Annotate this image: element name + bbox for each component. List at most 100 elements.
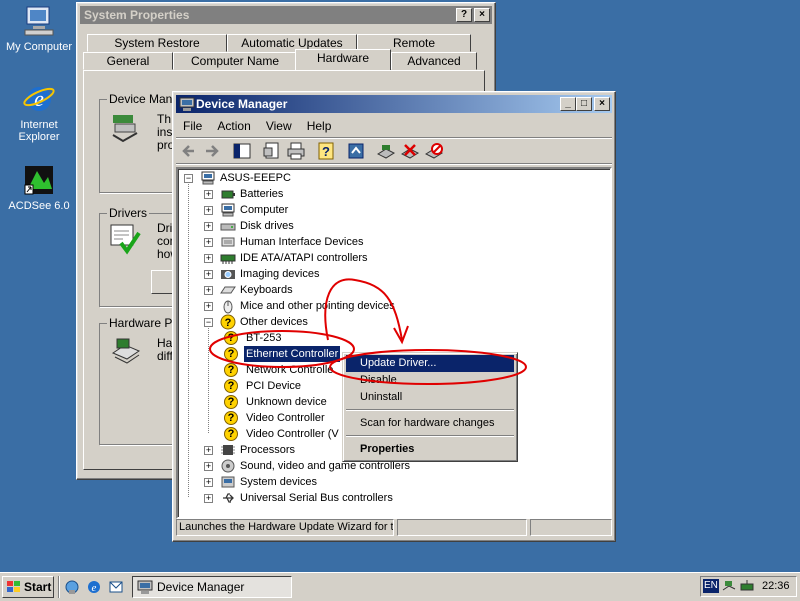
- menu-separator: [346, 409, 514, 411]
- processor-icon: [220, 442, 236, 458]
- safely-remove-hardware-icon[interactable]: [739, 578, 755, 597]
- tree-category-label: Batteries: [240, 188, 284, 200]
- quicklaunch-divider: [58, 576, 60, 598]
- uninstall-icon[interactable]: [399, 140, 421, 162]
- expand-toggle[interactable]: +: [204, 254, 213, 263]
- disable-icon[interactable]: [423, 140, 445, 162]
- minimize-button[interactable]: _: [560, 97, 576, 111]
- mouse-icon: [220, 298, 236, 314]
- collapse-toggle[interactable]: −: [184, 174, 193, 183]
- show-hide-console-tree-icon[interactable]: [231, 140, 253, 162]
- expand-toggle[interactable]: +: [204, 238, 213, 247]
- hardware-profiles-icon: [109, 333, 141, 368]
- update-driver-icon[interactable]: [345, 140, 367, 162]
- expand-toggle[interactable]: +: [204, 270, 213, 279]
- keyboard-icon: [220, 282, 236, 298]
- expand-toggle[interactable]: +: [204, 190, 213, 199]
- start-button[interactable]: Start: [2, 576, 54, 598]
- help-button[interactable]: ?: [456, 8, 472, 22]
- menu-item-disable[interactable]: Disable: [346, 372, 514, 389]
- tree-category-label: System devices: [240, 476, 318, 488]
- tree-device-label: BT-253: [246, 332, 282, 344]
- maximize-button[interactable]: □: [576, 97, 592, 111]
- group-label: Drivers: [107, 206, 149, 220]
- menu-action[interactable]: Action: [211, 117, 256, 135]
- computer-icon: [220, 202, 236, 218]
- desktop-icon-acdsee[interactable]: ACDSee 6.0: [0, 163, 78, 212]
- tree-device-label: Network Controlle: [246, 364, 334, 376]
- tree-root-label: ASUS-EEEPC: [220, 172, 291, 184]
- status-pane: [530, 519, 612, 536]
- toolbar-separator: [176, 163, 612, 165]
- forward-icon[interactable]: [201, 140, 223, 162]
- system-properties-titlebar[interactable]: System Properties ? ×: [80, 6, 492, 24]
- back-icon[interactable]: [179, 140, 201, 162]
- print-icon[interactable]: [285, 140, 307, 162]
- ide-controller-icon: [220, 250, 236, 266]
- tab-advanced[interactable]: Advanced: [391, 52, 477, 70]
- desktop-icon-my-computer[interactable]: My Computer: [0, 4, 78, 53]
- desktop-icon-label: My Computer: [5, 41, 73, 53]
- close-button[interactable]: ×: [594, 97, 610, 111]
- expand-toggle[interactable]: +: [204, 446, 213, 455]
- menu-item-uninstall[interactable]: Uninstall: [346, 389, 514, 406]
- expand-toggle[interactable]: +: [204, 462, 213, 471]
- context-menu: Update Driver... Disable Uninstall Scan …: [342, 352, 518, 462]
- usb-icon: [220, 490, 236, 506]
- menu-item-properties[interactable]: Properties: [346, 441, 514, 458]
- network-tray-icon[interactable]: [721, 578, 737, 597]
- tab-computer-name[interactable]: Computer Name: [173, 52, 297, 70]
- quicklaunch-desktop-icon[interactable]: [64, 579, 80, 598]
- unknown-device-warning-icon: ?: [224, 347, 238, 361]
- device-manager-titlebar[interactable]: Device Manager _ □ ×: [176, 95, 612, 113]
- menu-file[interactable]: File: [177, 117, 208, 135]
- tree-device-label: Ethernet Controller: [242, 345, 342, 363]
- device-manager-window: Device Manager _ □ × File Action View He…: [172, 91, 616, 542]
- group-text: ins: [157, 125, 173, 139]
- expand-toggle[interactable]: +: [204, 206, 213, 215]
- tab-system-restore[interactable]: System Restore: [87, 34, 227, 52]
- expand-toggle[interactable]: +: [204, 286, 213, 295]
- close-button[interactable]: ×: [474, 8, 490, 22]
- language-indicator[interactable]: EN: [703, 579, 719, 593]
- expand-toggle[interactable]: +: [204, 302, 213, 311]
- status-text: Launches the Hardware Update Wizard for …: [179, 521, 394, 533]
- scan-hardware-icon[interactable]: [375, 140, 397, 162]
- tree-category-label: Other devices: [240, 316, 308, 328]
- menu-view[interactable]: View: [260, 117, 298, 135]
- computer-icon: [200, 170, 216, 186]
- expand-toggle[interactable]: +: [204, 222, 213, 231]
- hid-icon: [220, 234, 236, 250]
- menu-separator: [176, 137, 612, 139]
- quicklaunch-ie-icon[interactable]: e: [86, 579, 102, 598]
- tree-category-label: Human Interface Devices: [240, 236, 364, 248]
- tab-general[interactable]: General: [83, 52, 173, 70]
- device-manager-app-icon: [179, 96, 195, 117]
- window-title: Device Manager: [196, 97, 288, 111]
- tab-hardware[interactable]: Hardware: [295, 49, 391, 71]
- my-computer-icon: [22, 4, 56, 38]
- tree-category-label: IDE ATA/ATAPI controllers: [240, 252, 368, 264]
- desktop-icon-internet-explorer[interactable]: e Internet Explorer: [0, 82, 78, 143]
- expand-toggle[interactable]: +: [204, 494, 213, 503]
- group-text: diff: [157, 349, 173, 363]
- quicklaunch-outlook-icon[interactable]: [108, 579, 124, 598]
- system-devices-icon: [220, 474, 236, 490]
- svg-text:?: ?: [225, 317, 232, 329]
- taskbar-button-device-manager[interactable]: Device Manager: [132, 576, 292, 598]
- imaging-device-icon: [220, 266, 236, 282]
- properties-icon[interactable]: [261, 140, 283, 162]
- device-tree[interactable]: − ASUS-EEEPC + Batteries + Computer + Disk dr…: [176, 167, 612, 519]
- svg-text:e: e: [92, 582, 97, 594]
- tree-device-label: PCI Device: [246, 380, 302, 392]
- collapse-toggle[interactable]: −: [204, 318, 213, 327]
- menu-item-scan-hardware[interactable]: Scan for hardware changes: [346, 415, 514, 432]
- tree-category-label: Mice and other pointing devices: [240, 300, 395, 312]
- internet-explorer-icon: e: [22, 82, 56, 116]
- unknown-device-warning-icon: ?: [224, 395, 238, 409]
- expand-toggle[interactable]: +: [204, 478, 213, 487]
- tree-device-label: Video Controller: [246, 412, 325, 424]
- menu-help[interactable]: Help: [301, 117, 338, 135]
- menu-item-update-driver[interactable]: Update Driver...: [346, 355, 514, 372]
- help-icon[interactable]: ?: [315, 140, 337, 162]
